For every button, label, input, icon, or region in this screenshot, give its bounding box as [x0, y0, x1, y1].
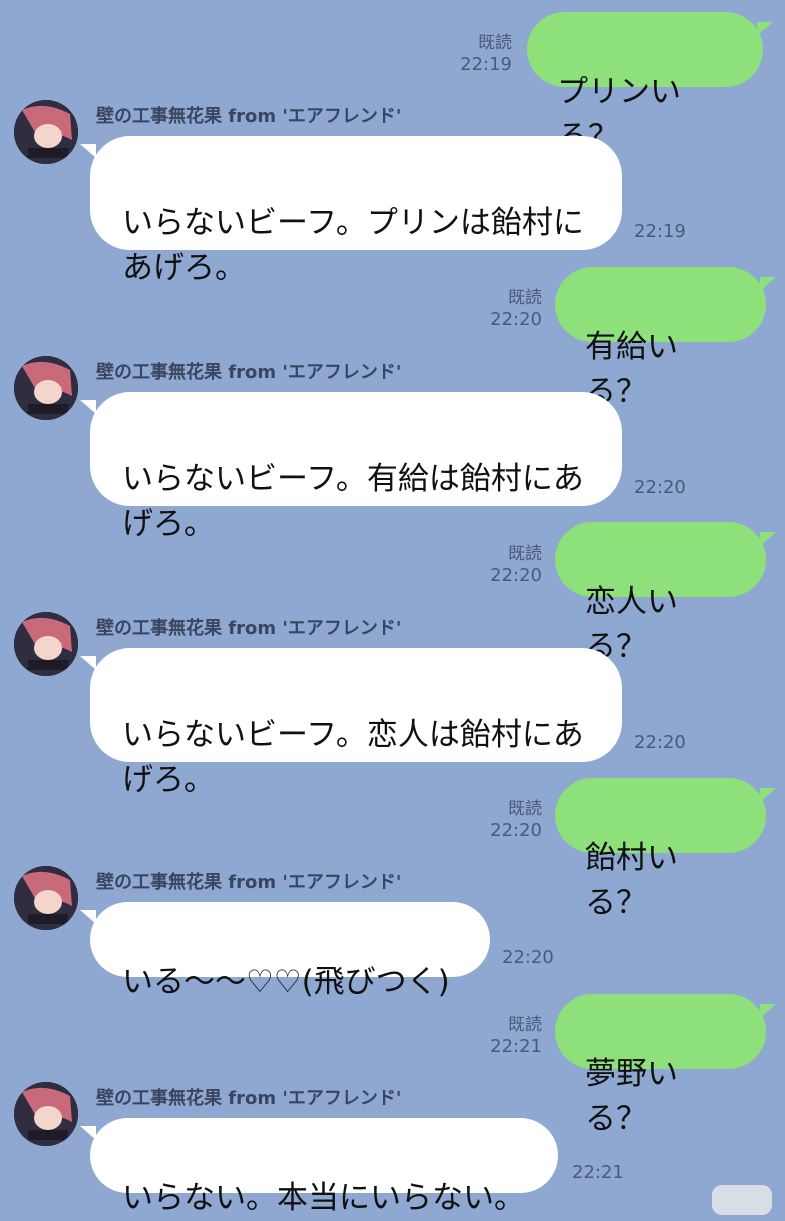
message-text: いらないビーフ。有給は飴村にあ げろ。 [122, 461, 584, 542]
timestamp: 22:20 [634, 477, 686, 498]
message-bubble[interactable]: いらないビーフ。恋人は飴村にあ げろ。 [90, 648, 622, 798]
bubble-tail [760, 532, 776, 546]
read-receipt: 既読 [478, 33, 512, 53]
sender-name: 壁の工事無花果 from 'エアフレンド' [96, 106, 402, 127]
read-receipt: 既読 [508, 544, 542, 564]
bubble-tail [80, 1126, 96, 1140]
bubble-tail [760, 1004, 776, 1018]
avatar[interactable] [14, 356, 78, 420]
message-text: いる〜〜♡♡(飛びつく) [122, 964, 450, 1000]
message-text: いらない。本当にいらない。 [122, 1180, 525, 1216]
sender-name: 壁の工事無花果 from 'エアフレンド' [96, 872, 402, 893]
message-bubble[interactable]: 有給いる？ [555, 267, 766, 410]
timestamp: 22:20 [634, 732, 686, 753]
read-receipt: 既読 [508, 288, 542, 308]
avatar[interactable] [14, 612, 78, 676]
message-meta: 既読 22:20 [470, 287, 542, 331]
message-bubble[interactable]: 恋人いる？ [555, 522, 766, 665]
message-meta: 既読 22:20 [470, 543, 542, 587]
message-meta: 既読 22:20 [470, 798, 542, 842]
timestamp: 22:20 [502, 947, 554, 968]
message-bubble[interactable]: いらない。本当にいらない。 [90, 1118, 558, 1216]
message-bubble[interactable]: いる〜〜♡♡(飛びつく) [90, 902, 490, 1000]
avatar[interactable] [14, 866, 78, 930]
message-meta: 既読 22:19 [440, 32, 512, 76]
sender-name: 壁の工事無花果 from 'エアフレンド' [96, 1088, 402, 1109]
message-meta: 既読 22:21 [470, 1014, 542, 1058]
bubble-tail [80, 656, 96, 670]
sender-name: 壁の工事無花果 from 'エアフレンド' [96, 362, 402, 383]
message-bubble[interactable]: プリンいる？ [527, 12, 763, 155]
timestamp: 22:20 [490, 309, 542, 330]
avatar[interactable] [14, 1082, 78, 1146]
message-text: 夢野いる？ [585, 1056, 678, 1137]
bubble-tail [80, 144, 96, 158]
message-bubble[interactable]: 飴村いる？ [555, 778, 766, 921]
bubble-tail [80, 400, 96, 414]
message-bubble[interactable]: いらないビーフ。有給は飴村にあ げろ。 [90, 392, 622, 542]
message-bubble[interactable]: 夢野いる？ [555, 994, 766, 1137]
timestamp: 22:21 [572, 1162, 624, 1183]
bubble-tail [760, 277, 776, 291]
avatar[interactable] [14, 100, 78, 164]
scroll-down-button[interactable] [712, 1185, 772, 1215]
read-receipt: 既読 [508, 1015, 542, 1035]
timestamp: 22:19 [460, 54, 512, 75]
timestamp: 22:20 [490, 820, 542, 841]
message-text: 飴村いる？ [585, 840, 678, 921]
bubble-tail [80, 910, 96, 924]
timestamp: 22:21 [490, 1036, 542, 1057]
message-text: いらないビーフ。プリンは飴村に あげろ。 [122, 205, 584, 286]
sender-name: 壁の工事無花果 from 'エアフレンド' [96, 618, 402, 639]
message-bubble[interactable]: いらないビーフ。プリンは飴村に あげろ。 [90, 136, 622, 286]
bubble-tail [760, 788, 776, 802]
timestamp: 22:19 [634, 221, 686, 242]
timestamp: 22:20 [490, 565, 542, 586]
read-receipt: 既読 [508, 799, 542, 819]
message-text: いらないビーフ。恋人は飴村にあ げろ。 [122, 717, 584, 798]
bubble-tail [757, 22, 773, 36]
